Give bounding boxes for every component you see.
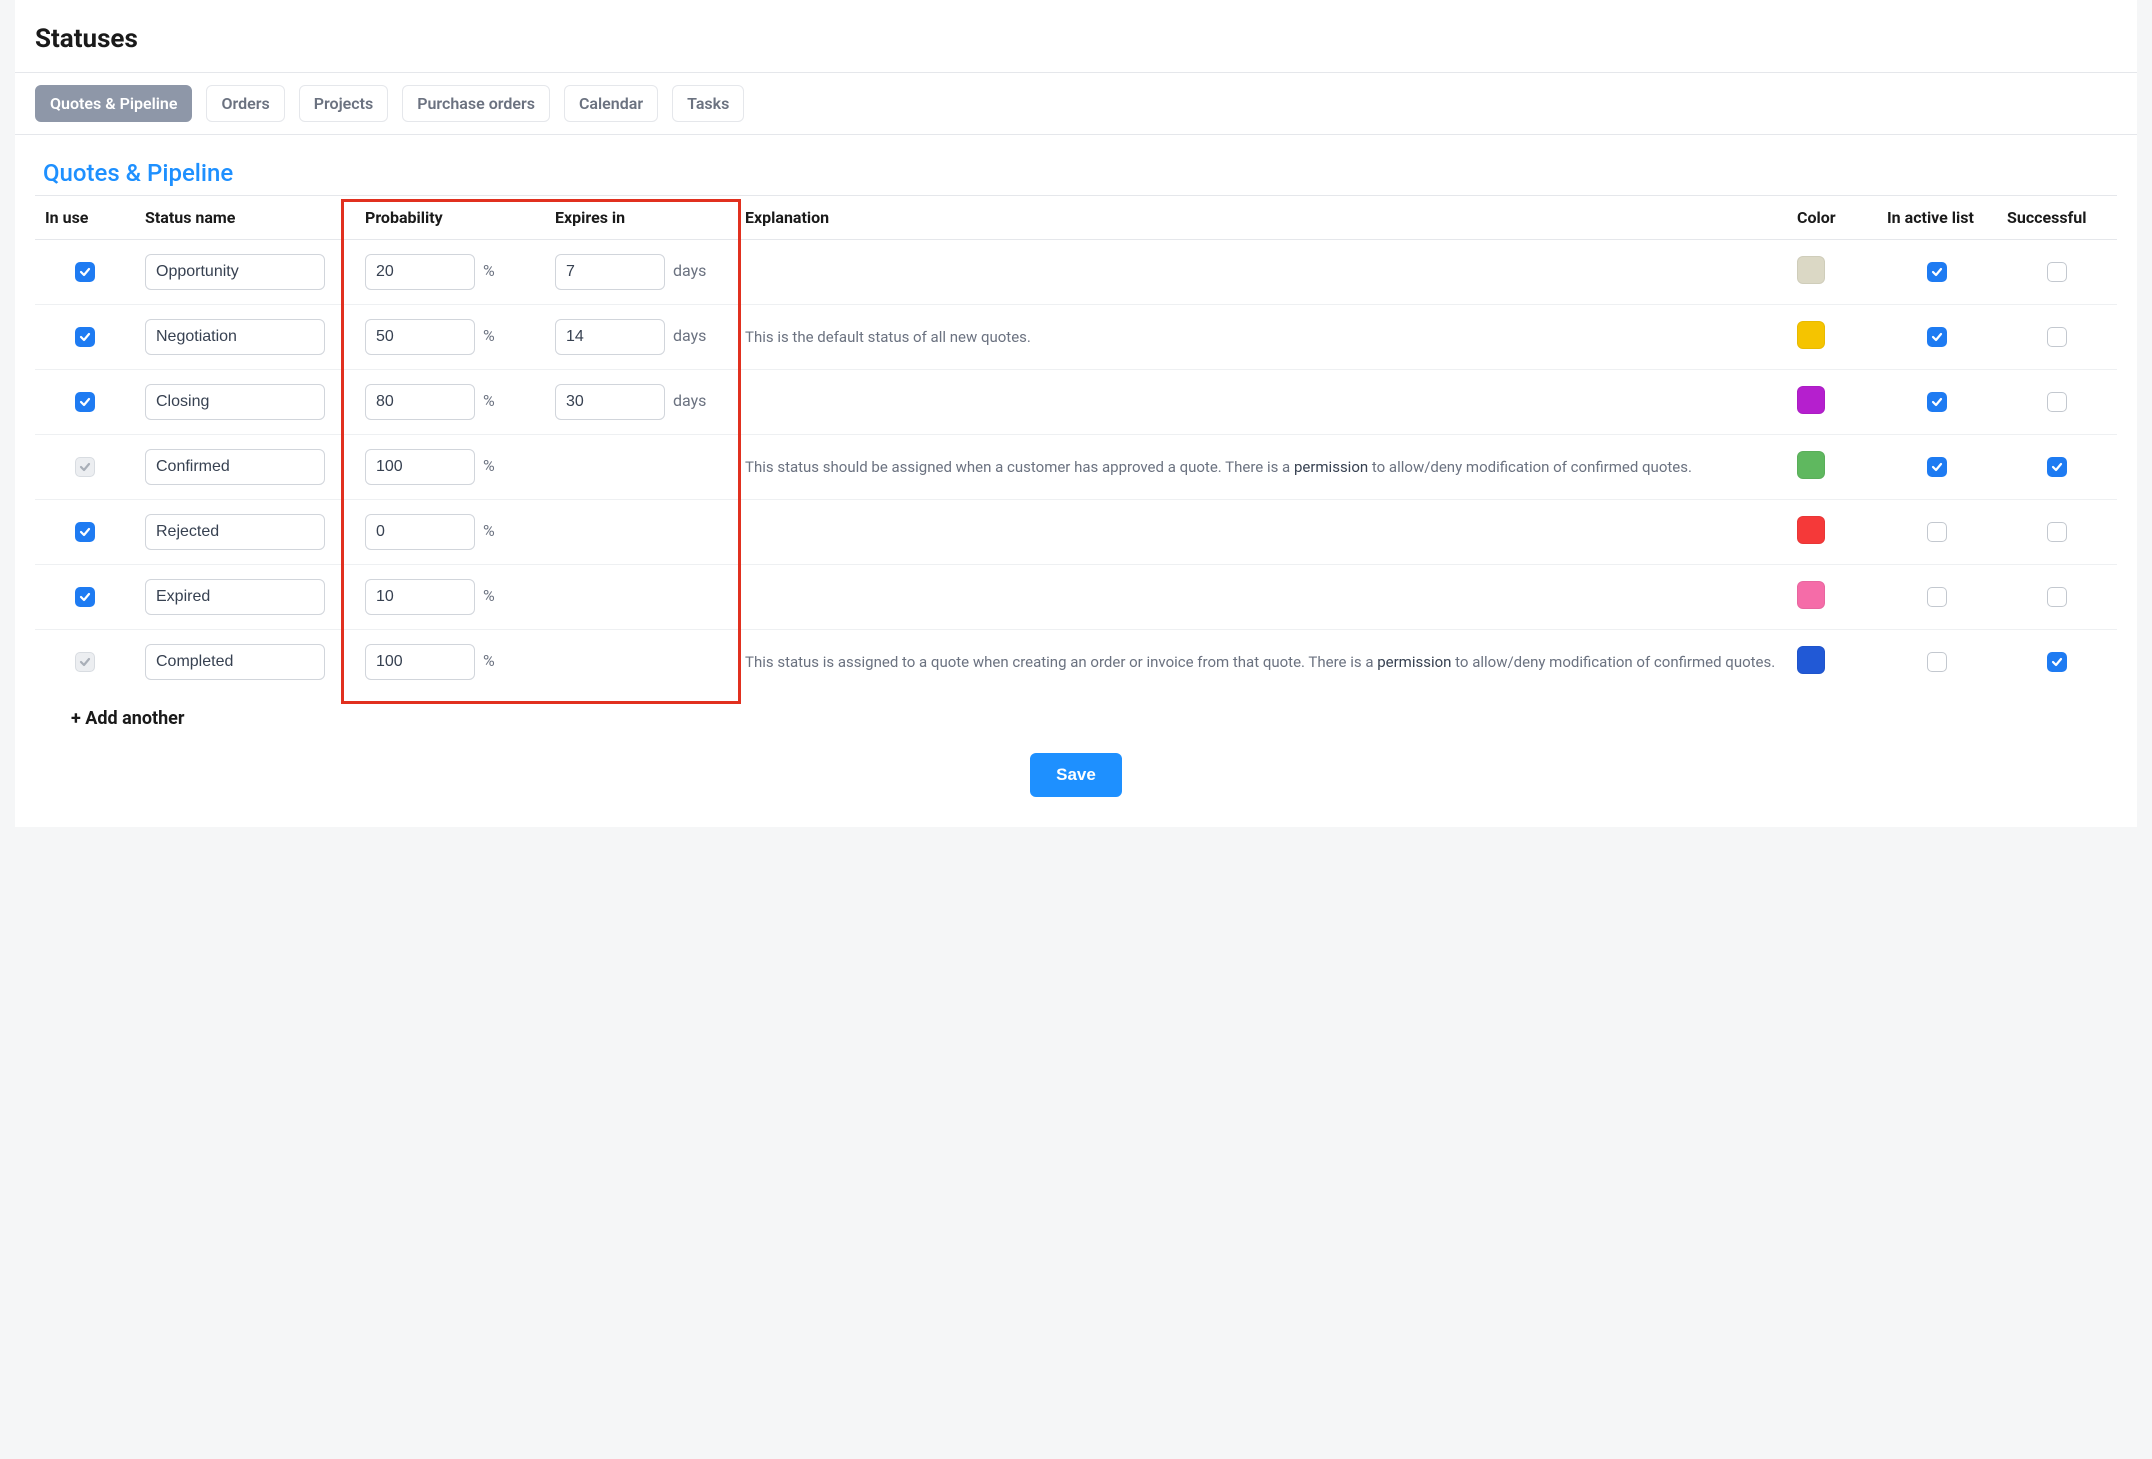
col-header-expires-in: Expires in [545, 196, 735, 240]
successful-checkbox[interactable] [2047, 392, 2067, 412]
probability-input[interactable] [365, 449, 475, 485]
probability-input[interactable] [365, 644, 475, 680]
days-unit: days [673, 261, 706, 280]
probability-input[interactable] [365, 579, 475, 615]
in-use-checkbox [75, 652, 95, 672]
explanation-text: This is the default status of all new qu… [745, 327, 1777, 348]
in-active-list-checkbox[interactable] [1927, 522, 1947, 542]
percent-unit: % [483, 261, 495, 280]
successful-checkbox[interactable] [2047, 457, 2067, 477]
successful-checkbox[interactable] [2047, 587, 2067, 607]
in-use-checkbox[interactable] [75, 587, 95, 607]
status-name-input[interactable] [145, 449, 325, 485]
table-row: % [35, 500, 2117, 565]
expires-input[interactable] [555, 319, 665, 355]
table-row: % days [35, 370, 2117, 435]
status-name-input[interactable] [145, 254, 325, 290]
save-button[interactable]: Save [1030, 753, 1122, 797]
status-name-input[interactable] [145, 319, 325, 355]
col-header-status-name: Status name [135, 196, 355, 240]
col-header-successful: Successful [1997, 196, 2117, 240]
col-header-in-use: In use [35, 196, 135, 240]
successful-checkbox[interactable] [2047, 262, 2067, 282]
status-name-input[interactable] [145, 384, 325, 420]
successful-checkbox[interactable] [2047, 652, 2067, 672]
successful-checkbox[interactable] [2047, 327, 2067, 347]
tab-purchase-orders[interactable]: Purchase orders [402, 85, 550, 122]
explanation-text: This status should be assigned when a cu… [745, 457, 1777, 478]
percent-unit: % [483, 391, 495, 410]
in-use-checkbox [75, 457, 95, 477]
color-swatch[interactable] [1797, 386, 1825, 414]
in-active-list-checkbox[interactable] [1927, 327, 1947, 347]
permission-link[interactable]: permission [1377, 653, 1451, 671]
tab-calendar[interactable]: Calendar [564, 85, 658, 122]
table-row: % days This is the default status of all n… [35, 305, 2117, 370]
color-swatch[interactable] [1797, 516, 1825, 544]
color-swatch[interactable] [1797, 581, 1825, 609]
percent-unit: % [483, 521, 495, 540]
table-row: % [35, 565, 2117, 630]
percent-unit: % [483, 651, 495, 670]
days-unit: days [673, 326, 706, 345]
status-name-input[interactable] [145, 579, 325, 615]
probability-input[interactable] [365, 319, 475, 355]
tab-orders[interactable]: Orders [206, 85, 284, 122]
explanation-text: This status is assigned to a quote when … [745, 652, 1777, 673]
col-header-explanation: Explanation [735, 196, 1787, 240]
tab-projects[interactable]: Projects [299, 85, 389, 122]
col-header-probability: Probability [355, 196, 545, 240]
probability-input[interactable] [365, 254, 475, 290]
percent-unit: % [483, 456, 495, 475]
color-swatch[interactable] [1797, 256, 1825, 284]
table-row: % This status should be assigned when a c… [35, 435, 2117, 500]
in-use-checkbox[interactable] [75, 262, 95, 282]
section-title: Quotes & Pipeline [35, 159, 2117, 187]
probability-input[interactable] [365, 384, 475, 420]
in-active-list-checkbox[interactable] [1927, 587, 1947, 607]
in-active-list-checkbox[interactable] [1927, 652, 1947, 672]
successful-checkbox[interactable] [2047, 522, 2067, 542]
tab-tasks[interactable]: Tasks [672, 85, 744, 122]
color-swatch[interactable] [1797, 451, 1825, 479]
in-use-checkbox[interactable] [75, 522, 95, 542]
table-row: % days [35, 240, 2117, 305]
in-active-list-checkbox[interactable] [1927, 392, 1947, 412]
status-name-input[interactable] [145, 644, 325, 680]
col-header-in-active-list: In active list [1877, 196, 1997, 240]
in-active-list-checkbox[interactable] [1927, 457, 1947, 477]
page-title: Statuses [15, 0, 2137, 73]
permission-link[interactable]: permission [1294, 458, 1368, 476]
percent-unit: % [483, 326, 495, 345]
table-row: % This status is assigned to a quote when… [35, 630, 2117, 695]
expires-input[interactable] [555, 254, 665, 290]
color-swatch[interactable] [1797, 646, 1825, 674]
tab-quotes-pipeline[interactable]: Quotes & Pipeline [35, 85, 192, 122]
expires-input[interactable] [555, 384, 665, 420]
probability-input[interactable] [365, 514, 475, 550]
tabs-bar: Quotes & Pipeline Orders Projects Purchase … [15, 73, 2137, 135]
days-unit: days [673, 391, 706, 410]
in-use-checkbox[interactable] [75, 392, 95, 412]
col-header-color: Color [1787, 196, 1877, 240]
color-swatch[interactable] [1797, 321, 1825, 349]
add-another-button[interactable]: + Add another [35, 694, 2117, 733]
in-use-checkbox[interactable] [75, 327, 95, 347]
in-active-list-checkbox[interactable] [1927, 262, 1947, 282]
statuses-content: Quotes & Pipeline In use Status name [15, 135, 2137, 827]
percent-unit: % [483, 586, 495, 605]
status-table: In use Status name Probability Expires i… [35, 195, 2117, 694]
status-name-input[interactable] [145, 514, 325, 550]
